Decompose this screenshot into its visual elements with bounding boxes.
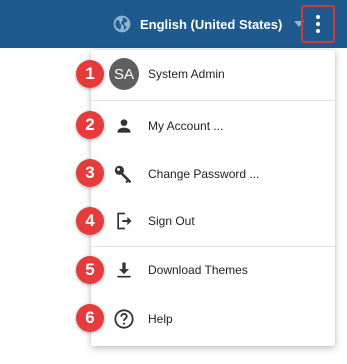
- menu-item-label: Help: [148, 312, 173, 326]
- menu-item-label: Download Themes: [148, 263, 248, 277]
- menu-item-download-themes[interactable]: Download Themes: [91, 247, 335, 293]
- step-badge-4: 4: [76, 207, 104, 235]
- menu-item-label: System Admin: [148, 67, 225, 81]
- menu-item-help[interactable]: Help: [91, 296, 335, 342]
- menu-item-system-admin[interactable]: SA System Admin: [91, 51, 335, 97]
- menu-item-change-password[interactable]: Change Password ...: [91, 151, 335, 197]
- more-vert-icon: [316, 15, 320, 33]
- step-badge-5: 5: [76, 256, 104, 284]
- avatar: SA: [109, 58, 139, 90]
- more-options-button[interactable]: [301, 5, 335, 43]
- step-badge-6: 6: [76, 304, 104, 332]
- language-selector[interactable]: English (United States): [112, 12, 305, 36]
- user-menu: SA System Admin My Account ... Change Pa…: [91, 50, 335, 346]
- menu-divider: [91, 100, 335, 101]
- menu-item-my-account[interactable]: My Account ...: [91, 103, 335, 149]
- menu-item-label: Sign Out: [148, 214, 195, 228]
- person-icon: [117, 119, 131, 133]
- key-icon: [114, 165, 132, 184]
- help-circle-icon: [114, 309, 134, 329]
- step-badge-3: 3: [76, 159, 104, 187]
- step-badge-2: 2: [76, 111, 104, 139]
- menu-item-label: My Account ...: [148, 119, 224, 133]
- download-icon: [117, 262, 131, 278]
- sign-out-icon: [117, 212, 132, 230]
- menu-item-label: Change Password ...: [148, 167, 260, 181]
- language-label: English (United States): [140, 16, 283, 32]
- menu-item-sign-out[interactable]: Sign Out: [91, 198, 335, 244]
- top-bar: English (United States): [0, 0, 347, 48]
- step-badge-1: 1: [76, 60, 104, 88]
- globe-icon: [113, 15, 131, 33]
